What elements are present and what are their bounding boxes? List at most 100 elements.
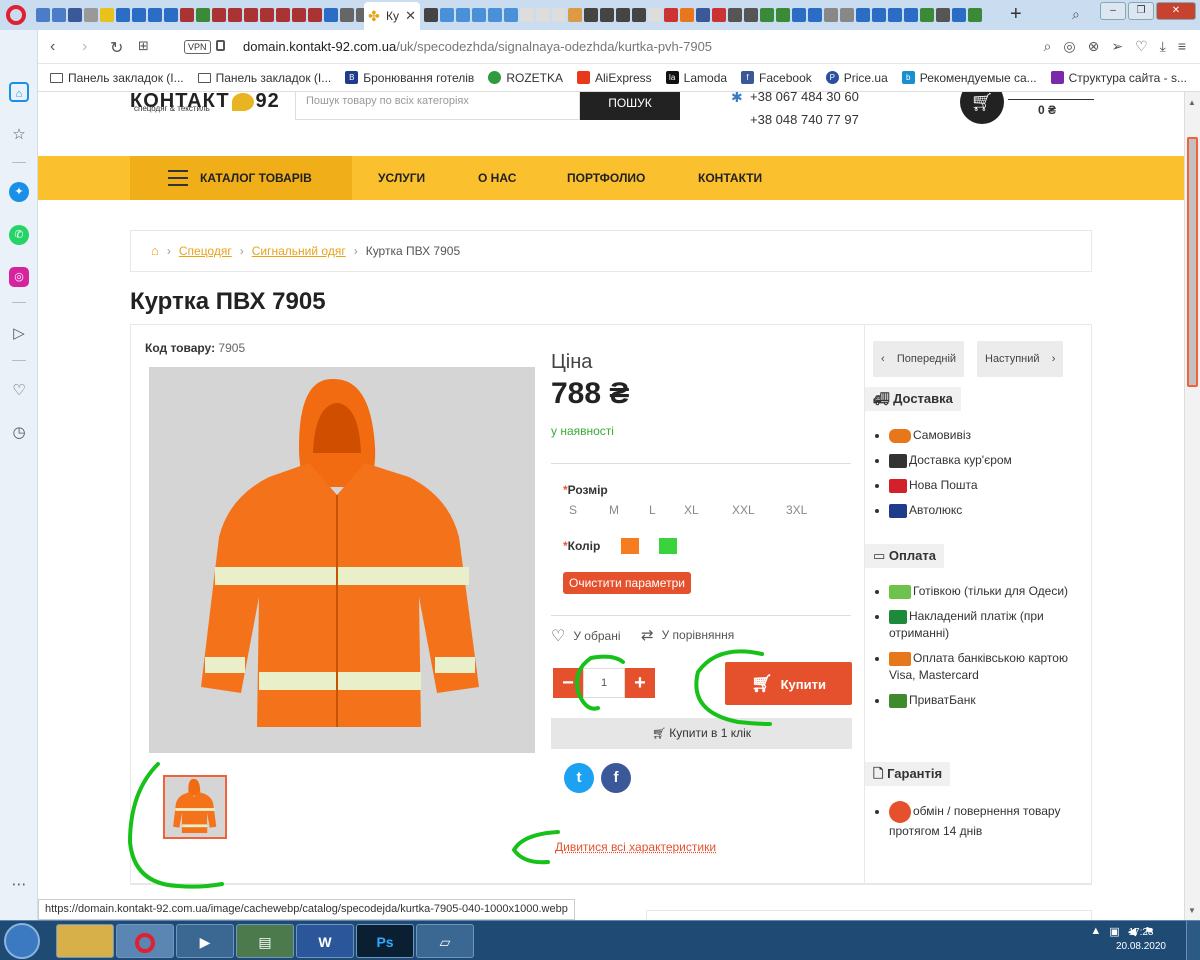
url-field[interactable]: domain.kontakt-92.com.ua/uk/specodezhda/…: [243, 39, 712, 54]
tab-favicon-icon[interactable]: [648, 8, 662, 22]
more-tabs[interactable]: [424, 6, 1004, 24]
bookmark-item[interactable]: Панель закладок (I...: [50, 71, 184, 85]
bookmark-item[interactable]: B Бронювання готелів: [345, 71, 474, 85]
tab-favicon-icon[interactable]: [472, 8, 486, 22]
camera-icon[interactable]: ◎: [1063, 38, 1075, 55]
star-icon[interactable]: ☆: [9, 125, 29, 145]
opera-logo-icon[interactable]: [6, 5, 26, 25]
bookmark-item[interactable]: b Рекомендуемые са...: [901, 71, 1037, 85]
tab-favicon-icon[interactable]: [552, 8, 566, 22]
tab-favicon-icon[interactable]: [424, 8, 438, 22]
tab-favicon-icon[interactable]: [164, 8, 178, 22]
heart-icon[interactable]: ♡: [9, 381, 29, 401]
tab-favicon-icon[interactable]: [744, 8, 758, 22]
bookmark-item[interactable]: ROZETKA: [488, 71, 563, 85]
tab-favicon-icon[interactable]: [292, 8, 306, 22]
zoom-icon[interactable]: ⌕: [1044, 38, 1052, 55]
tab-favicon-icon[interactable]: [680, 8, 694, 22]
scrollbar-thumb[interactable]: [1187, 137, 1198, 387]
new-tab-icon[interactable]: +: [1010, 3, 1022, 26]
chart-app-taskbar-icon[interactable]: ▤: [236, 924, 294, 958]
tab-favicon-icon[interactable]: [584, 8, 598, 22]
tab-favicon-icon[interactable]: [824, 8, 838, 22]
bookmark-item[interactable]: AliExpress: [576, 71, 652, 85]
active-tab[interactable]: ✤ Ку ✕: [364, 2, 420, 30]
notes-taskbar-icon[interactable]: ▱: [416, 924, 474, 958]
tab-favicon-icon[interactable]: [180, 8, 194, 22]
back-icon[interactable]: ‹: [50, 38, 55, 56]
tab-favicon-icon[interactable]: [36, 8, 50, 22]
opera-taskbar-icon[interactable]: [116, 924, 174, 958]
tab-favicon-icon[interactable]: [196, 8, 210, 22]
history-icon[interactable]: ◷: [9, 423, 29, 443]
tab-favicon-icon[interactable]: [308, 8, 322, 22]
tab-favicon-icon[interactable]: [488, 8, 502, 22]
instagram-icon[interactable]: ◎: [9, 267, 29, 287]
tab-favicon-icon[interactable]: [904, 8, 918, 22]
tab-favicon-icon[interactable]: [792, 8, 806, 22]
maximize-icon[interactable]: ❐: [1128, 2, 1154, 20]
tab-search-icon[interactable]: ⌕: [1072, 6, 1080, 23]
bookmark-item[interactable]: Структура сайта - s...: [1050, 71, 1187, 85]
download-icon[interactable]: ⤓: [1160, 38, 1166, 55]
tab-favicon-icon[interactable]: [504, 8, 518, 22]
tab-favicon-icon[interactable]: [856, 8, 870, 22]
word-taskbar-icon[interactable]: W: [296, 924, 354, 958]
tray-expand-icon[interactable]: ▲: [1090, 925, 1101, 938]
tab-favicon-icon[interactable]: [324, 8, 338, 22]
tabs-grid-icon[interactable]: ⊞: [138, 38, 149, 54]
tab-favicon-icon[interactable]: [696, 8, 710, 22]
tab-favicon-icon[interactable]: [228, 8, 242, 22]
bookmark-item[interactable]: f Facebook: [741, 71, 812, 85]
tab-favicon-icon[interactable]: [132, 8, 146, 22]
send-icon[interactable]: ➢: [1111, 38, 1123, 55]
lock-icon[interactable]: [216, 40, 225, 51]
explorer-taskbar-icon[interactable]: [56, 924, 114, 958]
tab-favicon-icon[interactable]: [244, 8, 258, 22]
tab-favicon-icon[interactable]: [52, 8, 66, 22]
tab-favicon-icon[interactable]: [872, 8, 886, 22]
tab-favicon-icon[interactable]: [808, 8, 822, 22]
tab-favicon-icon[interactable]: [68, 8, 82, 22]
whatsapp-icon[interactable]: ✆: [9, 225, 29, 245]
show-desktop-button[interactable]: [1186, 921, 1200, 960]
reload-icon[interactable]: ↻: [110, 38, 123, 58]
menu-icon[interactable]: ≡: [1178, 38, 1186, 55]
tab-favicon-icon[interactable]: [116, 8, 130, 22]
tab-favicon-icon[interactable]: [712, 8, 726, 22]
heart-icon[interactable]: ♡: [1135, 38, 1148, 55]
tab-favicon-icon[interactable]: [260, 8, 274, 22]
send-icon[interactable]: ▷: [9, 324, 29, 344]
messenger-icon[interactable]: ✦: [9, 182, 29, 202]
tab-favicon-icon[interactable]: [664, 8, 678, 22]
forward-icon[interactable]: ›: [82, 38, 87, 56]
tab-favicon-icon[interactable]: [920, 8, 934, 22]
minimize-icon[interactable]: –: [1100, 2, 1126, 20]
bookmark-item[interactable]: Панель закладок (I...: [197, 71, 331, 85]
tab-favicon-icon[interactable]: [776, 8, 790, 22]
close-window-icon[interactable]: ✕: [1156, 2, 1196, 20]
vpn-badge[interactable]: VPN: [184, 40, 211, 54]
scroll-up-icon[interactable]: ▲: [1188, 98, 1196, 107]
tab-favicon-icon[interactable]: [520, 8, 534, 22]
tab-favicon-icon[interactable]: [84, 8, 98, 22]
page-scrollbar[interactable]: ▲ ▼: [1184, 92, 1200, 922]
tab-favicon-icon[interactable]: [760, 8, 774, 22]
clock[interactable]: 17:28 20.08.2020: [1116, 926, 1166, 954]
tab-favicon-icon[interactable]: [728, 8, 742, 22]
tab-favicon-icon[interactable]: [340, 8, 354, 22]
tab-favicon-icon[interactable]: [968, 8, 982, 22]
photoshop-taskbar-icon[interactable]: Ps: [356, 924, 414, 958]
tab-favicon-icon[interactable]: [100, 8, 114, 22]
tab-favicon-icon[interactable]: [632, 8, 646, 22]
start-button-icon[interactable]: [4, 923, 40, 959]
block-icon[interactable]: ⊗: [1088, 38, 1100, 55]
bookmark-item[interactable]: la Lamoda: [665, 71, 727, 85]
home-icon[interactable]: ⌂: [9, 82, 29, 102]
tab-favicon-icon[interactable]: [952, 8, 966, 22]
tab-favicon-icon[interactable]: [936, 8, 950, 22]
tab-favicon-icon[interactable]: [148, 8, 162, 22]
tab-favicon-icon[interactable]: [888, 8, 902, 22]
bookmark-item[interactable]: P Price.ua: [825, 71, 888, 85]
tab-favicon-icon[interactable]: [440, 8, 454, 22]
